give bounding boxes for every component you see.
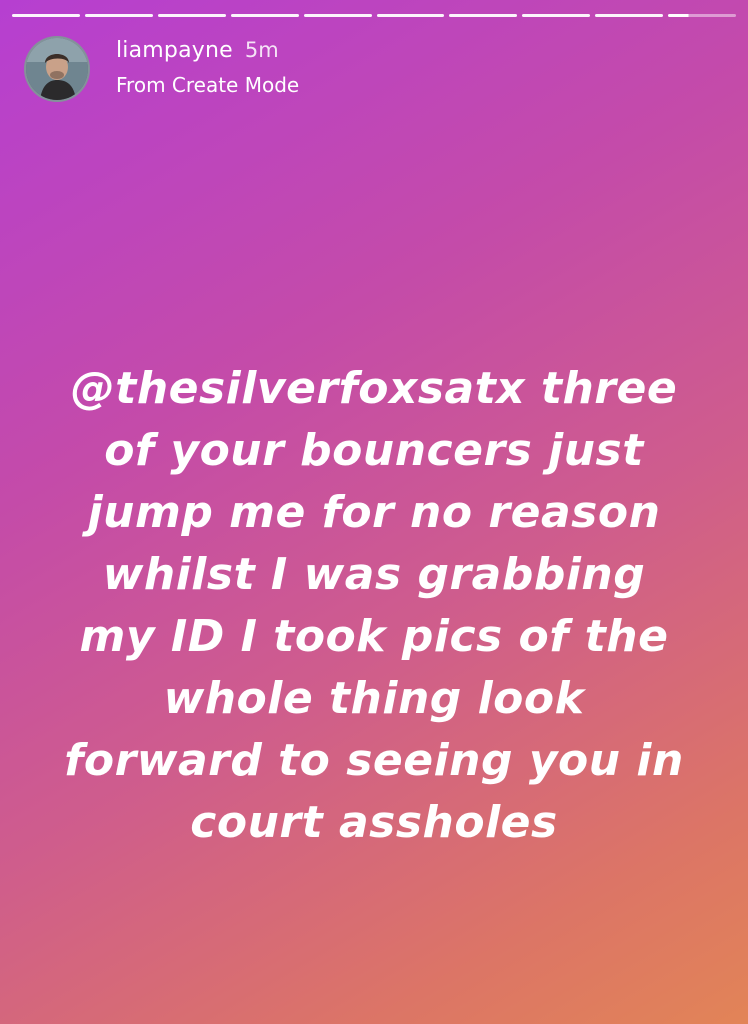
caption-line: @thesilverfoxsatx three	[70, 363, 678, 414]
progress-segment	[157, 14, 226, 17]
progress-segment	[303, 14, 372, 17]
caption-line: jump me for no reason	[87, 487, 661, 538]
progress-segment	[12, 14, 80, 17]
caption-line: my ID I took pics of the	[79, 611, 669, 662]
story-subtitle: From Create Mode	[116, 72, 300, 97]
story-viewer[interactable]: liampayne 5m From Create Mode @thesilver…	[0, 0, 748, 1024]
avatar[interactable]	[24, 36, 90, 102]
post-time: 5m	[244, 37, 279, 62]
story-progress-bar	[12, 14, 737, 17]
progress-segment	[522, 14, 591, 17]
progress-segment	[230, 14, 299, 17]
caption-line: forward to seeing you in	[64, 735, 684, 786]
progress-segment	[595, 14, 664, 17]
progress-segment	[449, 14, 518, 17]
progress-segment	[84, 14, 153, 17]
caption-line: court assholes	[190, 797, 558, 848]
caption-line: of your bouncers just	[104, 425, 644, 476]
caption-line: whilst I was grabbing	[102, 549, 646, 600]
progress-segment	[376, 14, 445, 17]
profile-avatar-icon	[26, 38, 88, 100]
username[interactable]: liampayne	[116, 38, 233, 63]
caption-line: whole thing look	[163, 673, 585, 724]
story-caption-text: @thesilverfoxsatx three of your bouncers…	[20, 358, 728, 854]
story-header: liampayne 5m From Create Mode	[24, 36, 299, 102]
progress-segment-active	[668, 14, 737, 17]
